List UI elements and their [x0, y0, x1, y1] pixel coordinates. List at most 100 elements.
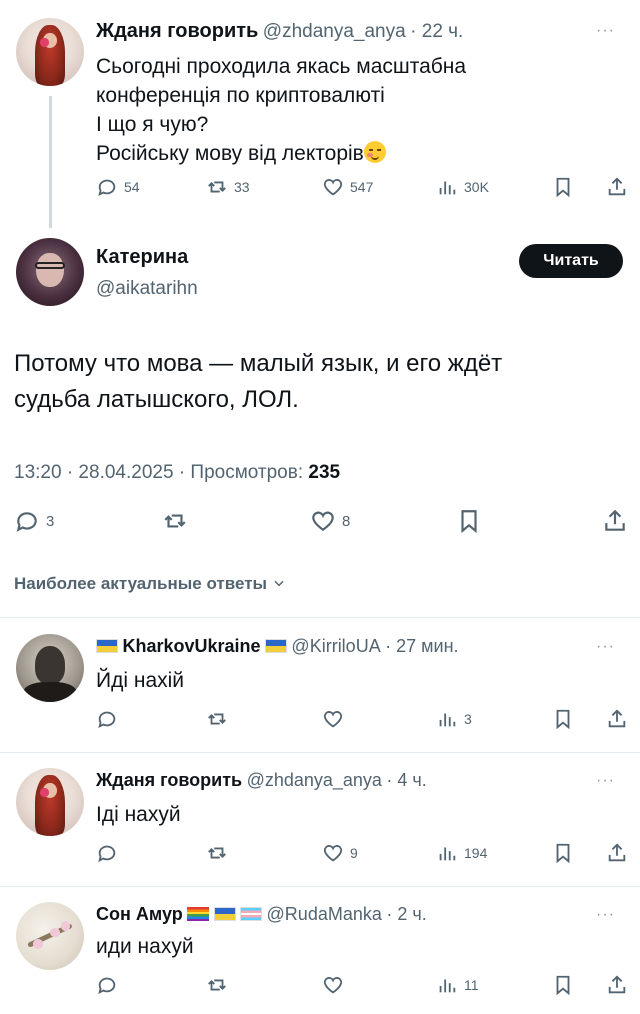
repost-icon: [164, 514, 186, 528]
tweet-line: судьба латышского, ЛОЛ.: [14, 386, 299, 413]
repost-button[interactable]: [206, 842, 228, 864]
reply-button[interactable]: 54: [96, 176, 140, 198]
views-button[interactable]: 30K: [436, 176, 489, 198]
more-icon[interactable]: ···: [596, 638, 615, 656]
thread-line: [49, 96, 52, 228]
avatar[interactable]: [16, 768, 84, 836]
reply-icon: [98, 711, 116, 729]
author-name[interactable]: Сон Амур: [96, 904, 183, 924]
tweet-actions: 54 33 547 30K: [96, 176, 636, 200]
ukraine-flag-icon: [264, 639, 287, 653]
author-name[interactable]: KharkovUkraine: [122, 636, 260, 656]
reply-button[interactable]: 3: [14, 508, 54, 534]
ukraine-flag-icon: [213, 907, 236, 921]
bookmark-button[interactable]: [552, 708, 574, 730]
reply-actions: 11: [96, 974, 636, 998]
repost-icon: [208, 979, 226, 991]
avatar[interactable]: [16, 902, 84, 970]
reply-header: Сон Амур @RudaManka · 2 ч.: [96, 904, 427, 925]
views-button[interactable]: 194: [436, 842, 487, 864]
bookmark-icon: [556, 709, 570, 730]
share-icon: [608, 177, 626, 196]
repost-button[interactable]: 33: [206, 176, 250, 198]
reply-time[interactable]: · 2 ч.: [386, 904, 426, 924]
timestamp-text[interactable]: 13:20 · 28.04.2025 · Просмотров:: [14, 462, 303, 483]
chevron-down-icon: [274, 580, 284, 587]
sort-label: Наиболее актуальные ответы: [14, 574, 268, 593]
reply-time[interactable]: · 4 ч.: [386, 770, 426, 790]
share-button[interactable]: [606, 708, 628, 730]
bookmark-icon: [556, 843, 570, 864]
heart-icon: [312, 511, 334, 531]
rainbow-flag-icon: [187, 907, 210, 921]
author-name[interactable]: Катерина: [96, 246, 188, 269]
repost-icon: [208, 181, 226, 193]
tweet-actions: 3 8: [14, 508, 634, 534]
like-button[interactable]: 8: [310, 508, 350, 534]
like-button[interactable]: [322, 974, 344, 996]
author-name[interactable]: Жданя говорить: [96, 770, 242, 790]
like-button[interactable]: [322, 708, 344, 730]
more-icon[interactable]: ···: [596, 772, 615, 790]
reply-icon: [98, 179, 116, 197]
avatar[interactable]: [16, 634, 84, 702]
reply-button[interactable]: [96, 974, 118, 996]
reply-text: Йді нахій: [96, 669, 185, 692]
views-icon: [439, 181, 456, 195]
avatar[interactable]: [16, 18, 84, 86]
more-icon[interactable]: ···: [596, 906, 615, 924]
views-button[interactable]: 3: [436, 708, 472, 730]
reply-icon: [98, 845, 116, 863]
bookmark-icon: [556, 975, 570, 996]
tweet-line: І що я чую?: [96, 113, 209, 136]
share-icon: [608, 975, 626, 994]
share-icon: [608, 709, 626, 728]
bookmark-button[interactable]: [552, 974, 574, 996]
views-button[interactable]: 11: [436, 974, 479, 996]
repost-button[interactable]: [206, 974, 228, 996]
reply-button[interactable]: [96, 842, 118, 864]
more-icon[interactable]: ···: [596, 22, 615, 40]
share-button[interactable]: [606, 842, 628, 864]
tweet-time[interactable]: · 22 ч.: [410, 21, 463, 42]
repost-button[interactable]: [206, 708, 228, 730]
tweet-line-with-emoji: Російську мову від лекторів: [96, 139, 466, 168]
repost-button[interactable]: [162, 508, 188, 534]
heart-icon: [323, 179, 343, 196]
follow-button[interactable]: Читать: [519, 244, 623, 278]
bookmark-icon: [461, 510, 477, 534]
heart-icon: [323, 977, 343, 994]
author-handle[interactable]: @zhdanya_anya: [247, 770, 382, 790]
transgender-flag-icon: [240, 907, 263, 921]
reply-button[interactable]: [96, 708, 118, 730]
avatar[interactable]: [16, 238, 84, 306]
share-button[interactable]: [606, 974, 628, 996]
sort-replies-dropdown[interactable]: Наиболее актуальные ответы: [14, 574, 286, 594]
view-count: 235: [308, 462, 341, 483]
reply-actions: 3: [96, 708, 636, 732]
views-icon: [439, 847, 456, 861]
share-icon: [605, 509, 625, 531]
bookmark-button[interactable]: [456, 508, 482, 534]
views-icon: [439, 979, 456, 993]
heart-icon: [323, 845, 343, 862]
drooling-face-icon: [363, 141, 386, 163]
share-button[interactable]: [602, 508, 628, 534]
like-button[interactable]: 9: [322, 842, 358, 864]
author-name[interactable]: Жданя говорить: [96, 20, 258, 42]
author-handle[interactable]: @aikatarihn: [96, 278, 198, 300]
reply-time[interactable]: · 27 мин.: [385, 636, 458, 656]
like-button[interactable]: 547: [322, 176, 373, 198]
share-button[interactable]: [606, 176, 628, 198]
author-handle[interactable]: @KirriloUA: [291, 636, 380, 656]
reply-text: иди нахуй: [96, 935, 194, 958]
author-handle[interactable]: @zhdanya_anya: [263, 21, 406, 42]
tweet-line: Потому что мова — малый язык, и его ждёт: [14, 350, 503, 377]
bookmark-icon: [556, 177, 570, 198]
bookmark-button[interactable]: [552, 842, 574, 864]
tweet-line: Російську мову від лекторів: [96, 142, 364, 165]
reply-icon: [16, 512, 37, 532]
reply-icon: [98, 977, 116, 995]
author-handle[interactable]: @RudaManka: [267, 904, 382, 924]
bookmark-button[interactable]: [552, 176, 574, 198]
